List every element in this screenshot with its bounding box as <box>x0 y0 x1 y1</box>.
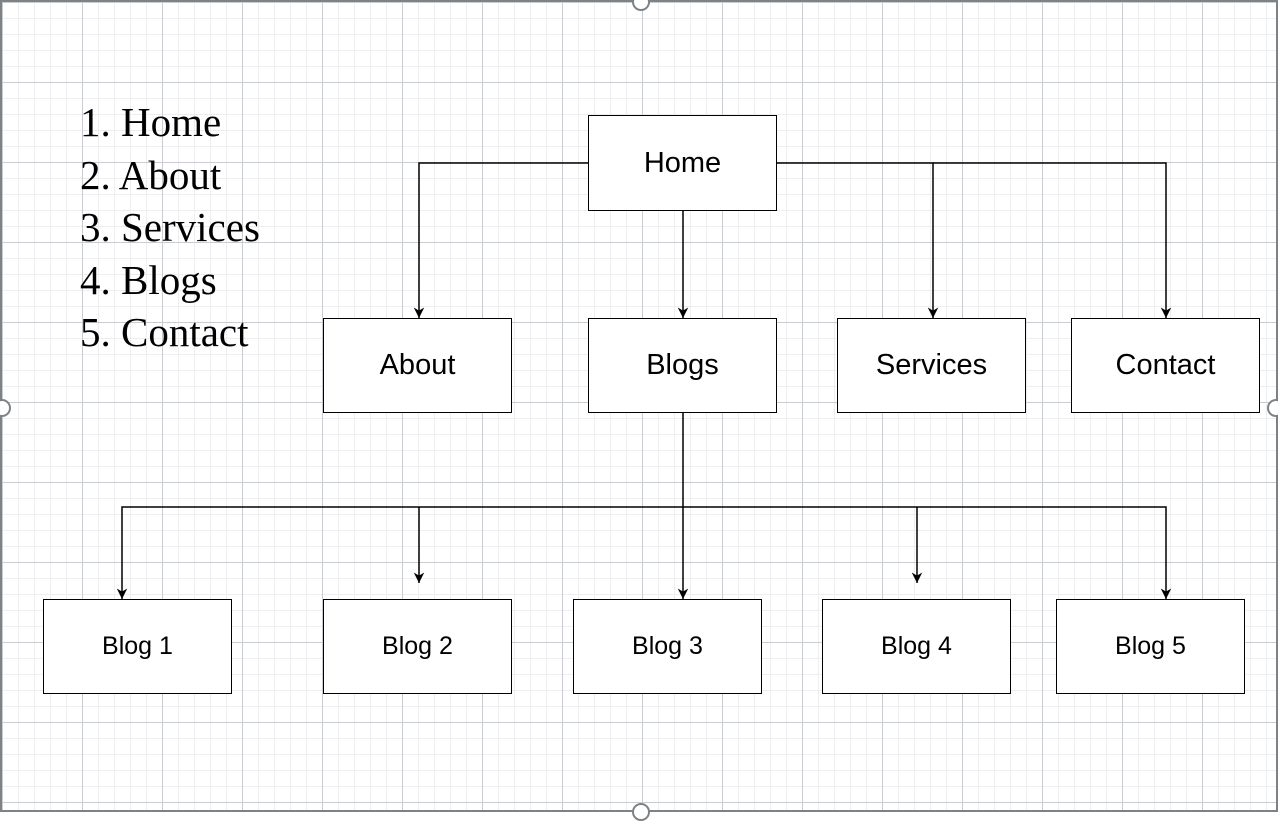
outline-item: 3. Services <box>80 204 260 250</box>
connector-home-about[interactable] <box>413 162 590 318</box>
resize-handle-top[interactable] <box>632 0 650 11</box>
connector-home-services[interactable] <box>777 162 939 318</box>
connector-blogs-blog5[interactable] <box>683 506 1172 599</box>
node-blog-2[interactable]: Blog 2 <box>323 599 512 694</box>
node-blog-5[interactable]: Blog 5 <box>1056 599 1245 694</box>
resize-handle-right[interactable] <box>1267 399 1278 417</box>
diagram-canvas[interactable]: 1. Home 2. About 3. Services 4. Blogs 5.… <box>0 0 1278 821</box>
node-blog-4[interactable]: Blog 4 <box>822 599 1011 694</box>
resize-handle-bottom[interactable] <box>632 803 650 821</box>
outline-item: 4. Blogs <box>80 256 217 303</box>
node-blog-3[interactable]: Blog 3 <box>573 599 762 694</box>
node-blogs[interactable]: Blogs <box>588 318 777 413</box>
outline-item: 1. Home <box>80 99 222 145</box>
connector-blogs-blog1[interactable] <box>116 413 684 599</box>
page-outline-list: 1. Home 2. About 3. Services 4. Blogs 5.… <box>80 96 260 359</box>
node-home[interactable]: Home <box>588 115 777 211</box>
outline-item: 2. About <box>80 151 222 198</box>
node-about[interactable]: About <box>323 318 512 413</box>
node-services[interactable]: Services <box>837 318 1026 413</box>
node-blog-1[interactable]: Blog 1 <box>43 599 232 694</box>
connector-home-contact[interactable] <box>933 162 1172 318</box>
resize-handle-left[interactable] <box>0 399 11 417</box>
outline-item: 5. Contact <box>80 309 249 355</box>
node-contact[interactable]: Contact <box>1071 318 1260 413</box>
